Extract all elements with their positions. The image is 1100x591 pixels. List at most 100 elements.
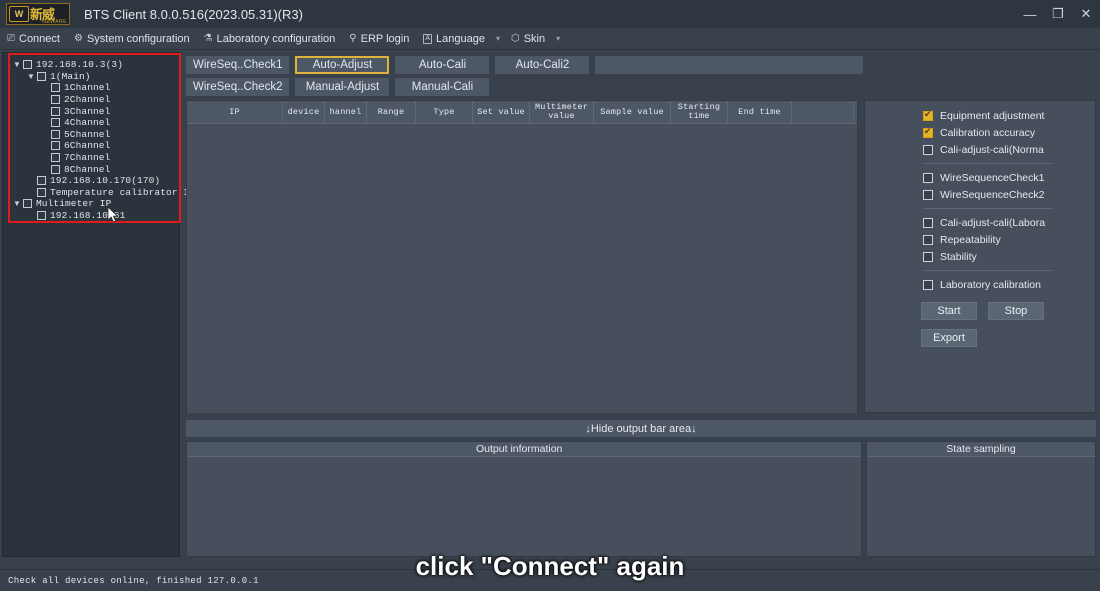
table-header-cell[interactable]: [792, 101, 854, 123]
tab-wireseq-check2[interactable]: WireSeq..Check2: [186, 78, 290, 96]
menu-item-skin[interactable]: ⬡ Skin: [504, 28, 552, 50]
options-list[interactable]: Equipment adjustment Calibration accuracy…: [865, 101, 1095, 293]
tab-manual-cali[interactable]: Manual-Cali: [395, 78, 490, 96]
option-row[interactable]: Cali-adjust-cali(Labora: [923, 214, 1095, 231]
tree-node-checkbox[interactable]: [37, 176, 46, 186]
hide-output-bar-toggle[interactable]: ↓Hide output bar area↓: [186, 420, 1096, 437]
tree-node-checkbox[interactable]: [51, 141, 60, 151]
option-label: Cali-adjust-cali(Labora: [940, 216, 1046, 229]
option-checkbox[interactable]: [923, 251, 933, 262]
tree-node-checkbox[interactable]: [51, 95, 60, 105]
close-icon[interactable]: ✕: [1072, 0, 1100, 28]
state-sampling-body[interactable]: [867, 457, 1095, 556]
menu-item-laboratory-configuration[interactable]: ⚗ Laboratory configuration: [197, 28, 343, 50]
tree-node-checkbox[interactable]: [37, 187, 46, 197]
tree-node[interactable]: 2Channel: [11, 94, 175, 106]
table-header-cell[interactable]: hannel: [325, 101, 367, 123]
tree-node[interactable]: 8Channel: [11, 163, 175, 175]
tree-node[interactable]: 192.168.10.61: [11, 210, 175, 222]
skin-chevron-down-icon[interactable]: ▾: [552, 34, 564, 43]
menu-item-language[interactable]: A Language: [416, 28, 492, 50]
option-checkbox[interactable]: [923, 144, 933, 155]
option-checkbox[interactable]: [923, 109, 933, 121]
tree-node[interactable]: 1Channel: [11, 82, 175, 94]
tab-auto-adjust[interactable]: Auto-Adjust: [295, 56, 390, 74]
option-group-divider: [923, 163, 1053, 164]
device-tree[interactable]: ▼ 192.168.10.3(3) ▼ 1(Main) 1Channel 2Channel…: [3, 53, 195, 222]
start-button[interactable]: Start: [921, 302, 977, 320]
table-header-cell[interactable]: End time: [728, 101, 792, 123]
tree-node[interactable]: ▼ Multimeter IP: [11, 198, 175, 210]
tree-node-checkbox[interactable]: [51, 106, 60, 116]
device-tree-panel[interactable]: ▼ 192.168.10.3(3) ▼ 1(Main) 1Channel 2Channel…: [2, 52, 195, 557]
chevron-down-icon[interactable]: ▼: [25, 72, 37, 81]
option-row[interactable]: WireSequenceCheck2: [923, 186, 1095, 203]
menu-item-connect[interactable]: ⎚ Connect: [0, 28, 67, 50]
tree-node-checkbox[interactable]: [23, 60, 32, 70]
tree-node[interactable]: ▼ 192.168.10.3(3): [11, 59, 175, 71]
measurement-table[interactable]: IP device hannel Range Type Set value Multimet…: [186, 100, 858, 413]
tree-node-checkbox[interactable]: [51, 83, 60, 93]
tree-node[interactable]: Temperature calibrator IP: [11, 187, 195, 199]
menu-item-erp-login[interactable]: ⚲ ERP login: [342, 28, 416, 50]
tab-row-primary[interactable]: WireSeq..Check1 Auto-Adjust Auto-Cali Auto-…: [186, 56, 864, 74]
chevron-down-icon[interactable]: ▼: [11, 60, 23, 69]
option-row[interactable]: WireSequenceCheck1: [923, 169, 1095, 186]
table-header-cell[interactable]: Multimeter value: [530, 101, 594, 123]
option-checkbox[interactable]: [923, 217, 933, 228]
tree-node[interactable]: 5Channel: [11, 129, 175, 141]
option-row[interactable]: Cali-adjust-cali(Norma: [923, 141, 1095, 158]
stop-button[interactable]: Stop: [988, 302, 1044, 320]
options-panel[interactable]: Equipment adjustment Calibration accuracy…: [864, 100, 1096, 413]
language-chevron-down-icon[interactable]: ▾: [492, 34, 504, 43]
output-information-body[interactable]: [187, 457, 861, 556]
tree-node-label: 7Channel: [64, 152, 111, 164]
option-checkbox[interactable]: [923, 234, 933, 245]
option-checkbox[interactable]: [923, 189, 933, 200]
table-header-cell[interactable]: Set value: [473, 101, 530, 123]
tab-row-secondary[interactable]: WireSeq..Check2 Manual-Adjust Manual-Cali: [186, 78, 490, 96]
tree-node[interactable]: 192.168.10.170(170): [11, 175, 175, 187]
tab-placeholder[interactable]: [595, 56, 864, 74]
option-row[interactable]: Repeatability: [923, 231, 1095, 248]
tree-node[interactable]: 3Channel: [11, 105, 175, 117]
table-header-cell[interactable]: Type: [416, 101, 473, 123]
menu-item-system-configuration[interactable]: ⚙ System configuration: [67, 28, 197, 50]
export-button[interactable]: Export: [921, 329, 977, 347]
tab-auto-cali[interactable]: Auto-Cali: [395, 56, 490, 74]
output-information-panel[interactable]: Output information: [186, 441, 862, 557]
tree-node-checkbox[interactable]: [23, 199, 32, 209]
tab-auto-cali2[interactable]: Auto-Cali2: [495, 56, 590, 74]
tab-manual-adjust[interactable]: Manual-Adjust: [295, 78, 390, 96]
tree-node-checkbox[interactable]: [37, 71, 46, 81]
action-button-row-2[interactable]: Export: [921, 329, 1095, 347]
option-row[interactable]: Calibration accuracy: [923, 124, 1095, 141]
action-button-row-1[interactable]: Start Stop: [921, 302, 1095, 320]
tree-node-checkbox[interactable]: [51, 129, 60, 139]
tab-wireseq-check1[interactable]: WireSeq..Check1: [186, 56, 290, 74]
tree-node[interactable]: ▼ 1(Main): [11, 71, 175, 83]
tree-node-checkbox[interactable]: [51, 118, 60, 128]
tree-node[interactable]: 7Channel: [11, 152, 175, 164]
tree-node-checkbox[interactable]: [51, 153, 60, 163]
option-row[interactable]: Laboratory calibration: [923, 276, 1095, 293]
minimize-icon[interactable]: —: [1016, 0, 1044, 28]
state-sampling-panel[interactable]: State sampling: [866, 441, 1096, 557]
tree-node[interactable]: 4Channel: [11, 117, 175, 129]
tree-node[interactable]: 6Channel: [11, 140, 175, 152]
option-checkbox[interactable]: [923, 279, 933, 290]
option-checkbox[interactable]: [923, 172, 933, 183]
table-body[interactable]: [187, 124, 857, 413]
restore-icon[interactable]: ❐: [1044, 0, 1072, 28]
chevron-down-icon[interactable]: ▼: [11, 199, 23, 208]
option-checkbox[interactable]: [923, 126, 933, 138]
option-row[interactable]: Stability: [923, 248, 1095, 265]
table-header-cell[interactable]: Starting time: [671, 101, 728, 123]
table-header-cell[interactable]: device: [283, 101, 325, 123]
tree-node-checkbox[interactable]: [51, 164, 60, 174]
tree-node-checkbox[interactable]: [37, 211, 46, 221]
table-header-cell[interactable]: Sample value: [594, 101, 671, 123]
option-row[interactable]: Equipment adjustment: [923, 107, 1095, 124]
table-header-cell[interactable]: Range: [367, 101, 416, 123]
table-header-cell[interactable]: IP: [187, 101, 283, 123]
